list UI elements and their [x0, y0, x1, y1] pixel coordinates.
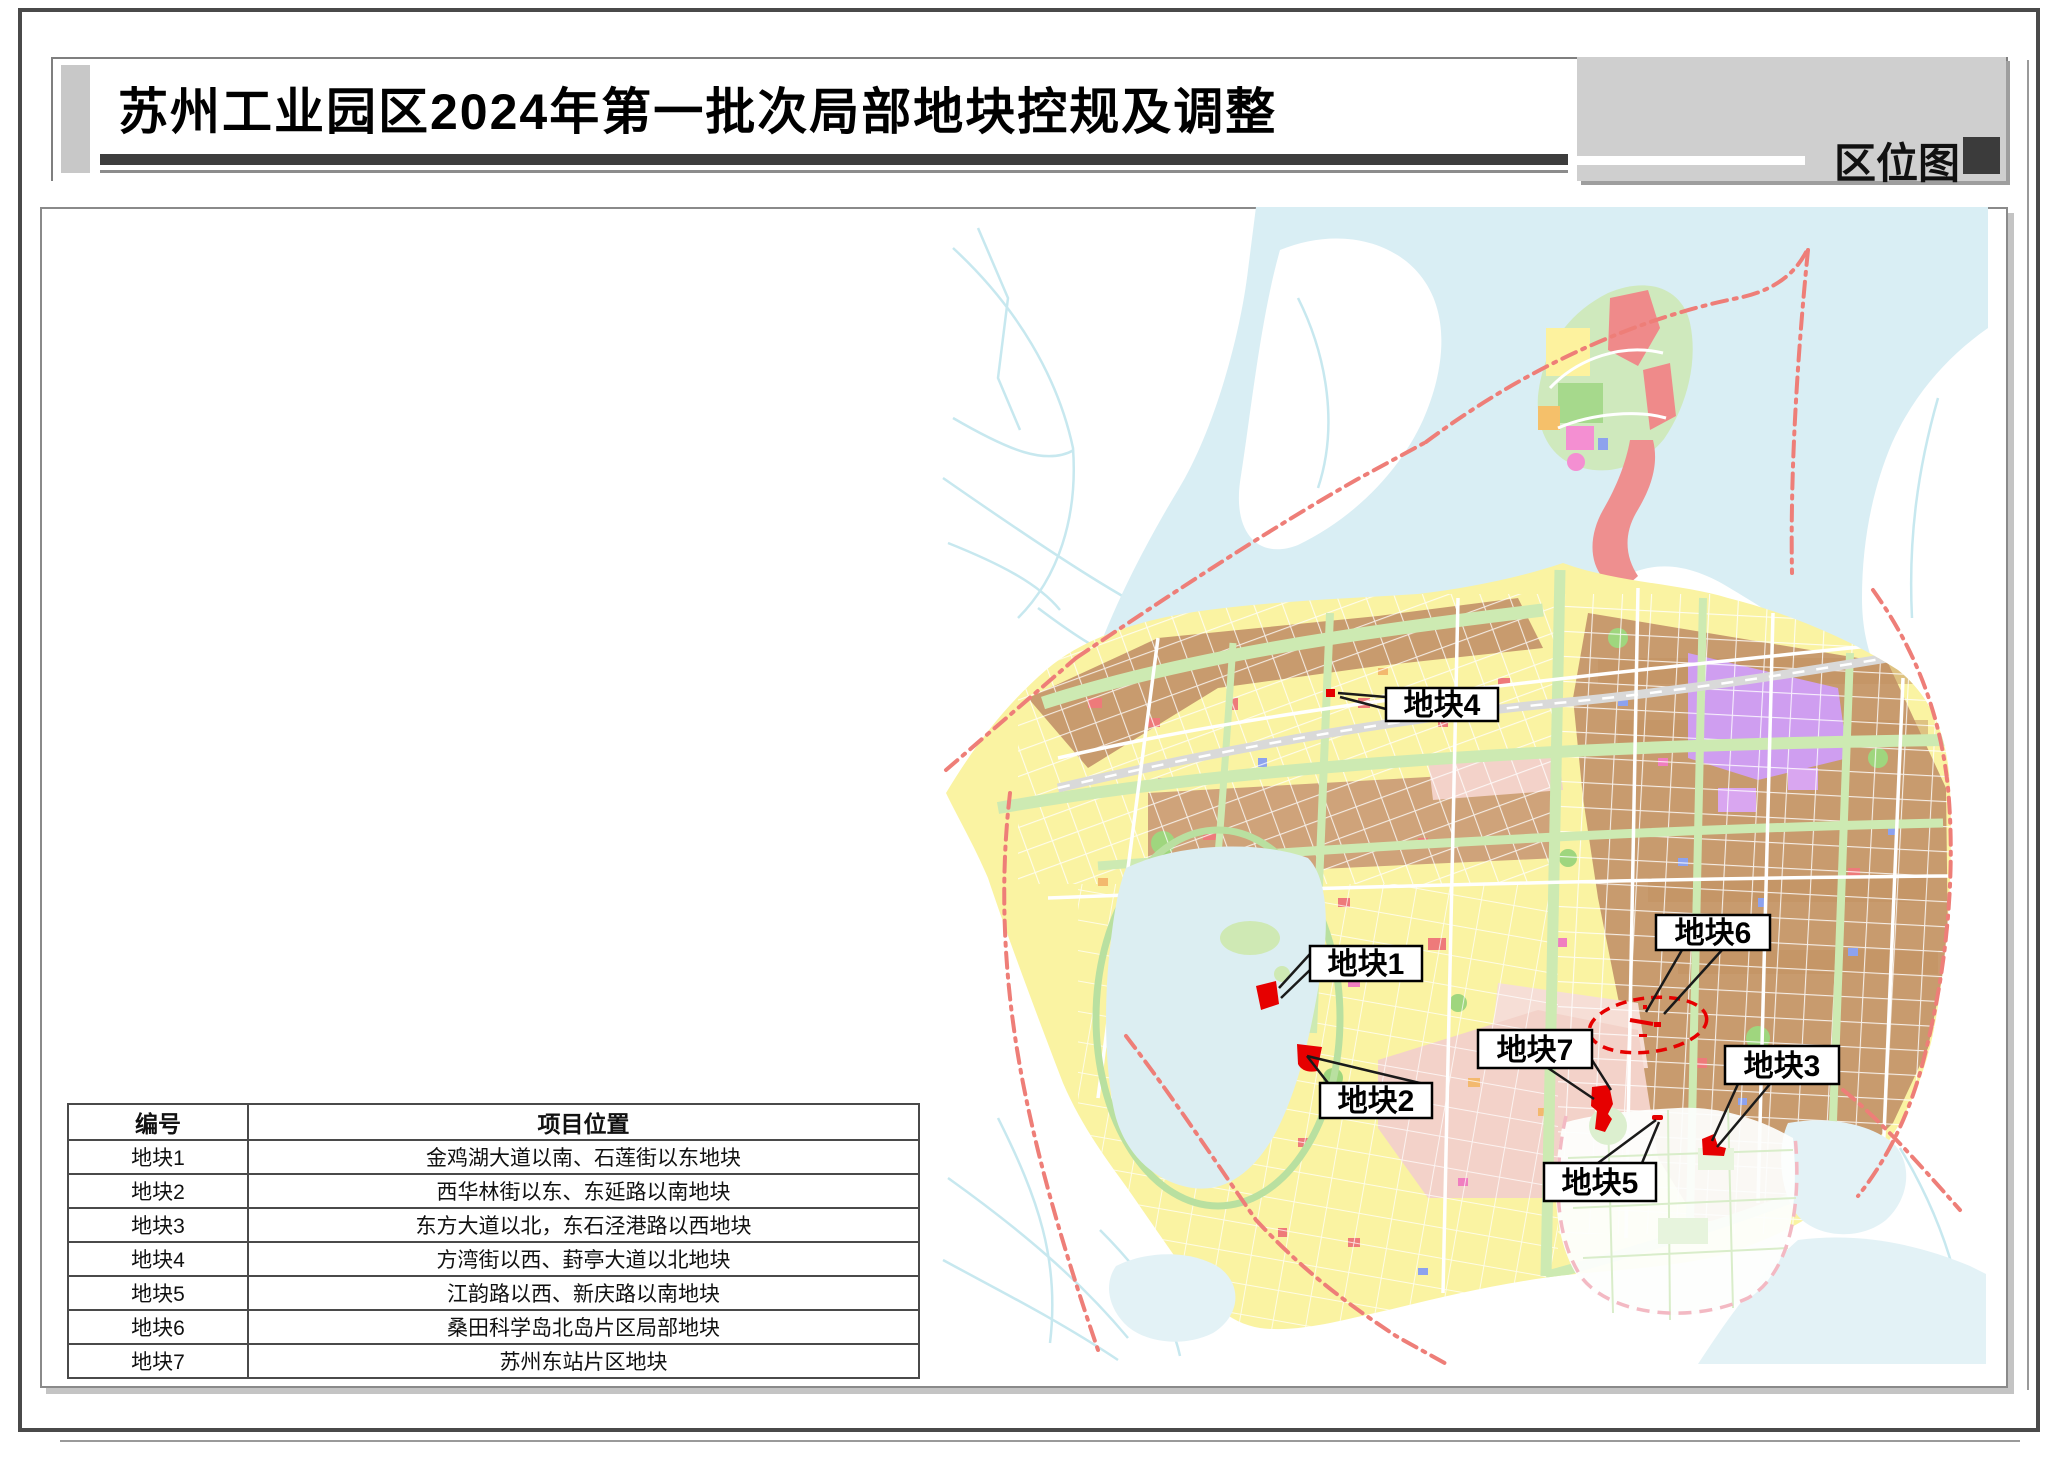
col-header-id: 编号	[68, 1104, 248, 1140]
map-label-7: 地块7	[1497, 1034, 1574, 1067]
plot-id: 地块4	[68, 1242, 248, 1276]
map-label-3: 地块3	[1744, 1050, 1821, 1083]
parcel-4	[1326, 689, 1335, 697]
parcel-5	[1652, 1115, 1663, 1120]
plot-location: 江韵路以西、新庆路以南地块	[248, 1276, 919, 1310]
map-label-4: 地块4	[1404, 689, 1481, 722]
plot-location: 西华林街以东、东延路以南地块	[248, 1174, 919, 1208]
table-row: 地块7 苏州东站片区地块	[68, 1344, 919, 1378]
plot-location: 苏州东站片区地块	[248, 1344, 919, 1378]
header-gray-block-whitebar	[1577, 156, 1805, 165]
plot-location: 金鸡湖大道以南、石莲街以东地块	[248, 1140, 919, 1174]
map-label-1: 地块1	[1328, 948, 1405, 981]
table-row: 地块1 金鸡湖大道以南、石莲街以东地块	[68, 1140, 919, 1174]
table-row: 地块2 西华林街以东、东延路以南地块	[68, 1174, 919, 1208]
map-label-5: 地块5	[1562, 1167, 1639, 1200]
map-label-2: 地块2	[1338, 1085, 1415, 1118]
plot-id: 地块1	[68, 1140, 248, 1174]
plot-id: 地块5	[68, 1276, 248, 1310]
title-underline-thin	[100, 170, 1568, 173]
map-label-6: 地块6	[1675, 917, 1752, 950]
title-accent-bar	[61, 65, 90, 173]
page-title: 苏州工业园区2024年第一批次局部地块控规及调整	[118, 72, 1518, 142]
table-row: 地块6 桑田科学岛北岛片区局部地块	[68, 1310, 919, 1344]
plot-id: 地块2	[68, 1174, 248, 1208]
plot-location: 东方大道以北，东石泾港路以西地块	[248, 1208, 919, 1242]
table-row: 地块3 东方大道以北，东石泾港路以西地块	[68, 1208, 919, 1242]
urban-fabric	[946, 563, 1958, 1344]
plot-id: 地块3	[68, 1208, 248, 1242]
table-row: 地块4 方湾街以西、葑亭大道以北地块	[68, 1242, 919, 1276]
plot-location-table: 编号 项目位置 地块1 金鸡湖大道以南、石莲街以东地块 地块2 西华林街以东、东…	[67, 1103, 920, 1379]
plot-id: 地块7	[68, 1344, 248, 1378]
title-underline-thick	[100, 154, 1568, 165]
plot-location: 方湾街以西、葑亭大道以北地块	[248, 1242, 919, 1276]
table-row: 地块5 江韵路以西、新庆路以南地块	[68, 1276, 919, 1310]
col-header-location: 项目位置	[248, 1104, 919, 1140]
page-border-shadow-bottom	[60, 1440, 2020, 1442]
plot-location: 桑田科学岛北岛片区局部地块	[248, 1310, 919, 1344]
location-map-label: 区位图	[1820, 130, 1960, 178]
page-border-shadow-right	[2027, 60, 2029, 1390]
table-header-row: 编号 项目位置	[68, 1104, 919, 1140]
plot-id: 地块6	[68, 1310, 248, 1344]
location-map-label-square	[1963, 137, 2000, 174]
